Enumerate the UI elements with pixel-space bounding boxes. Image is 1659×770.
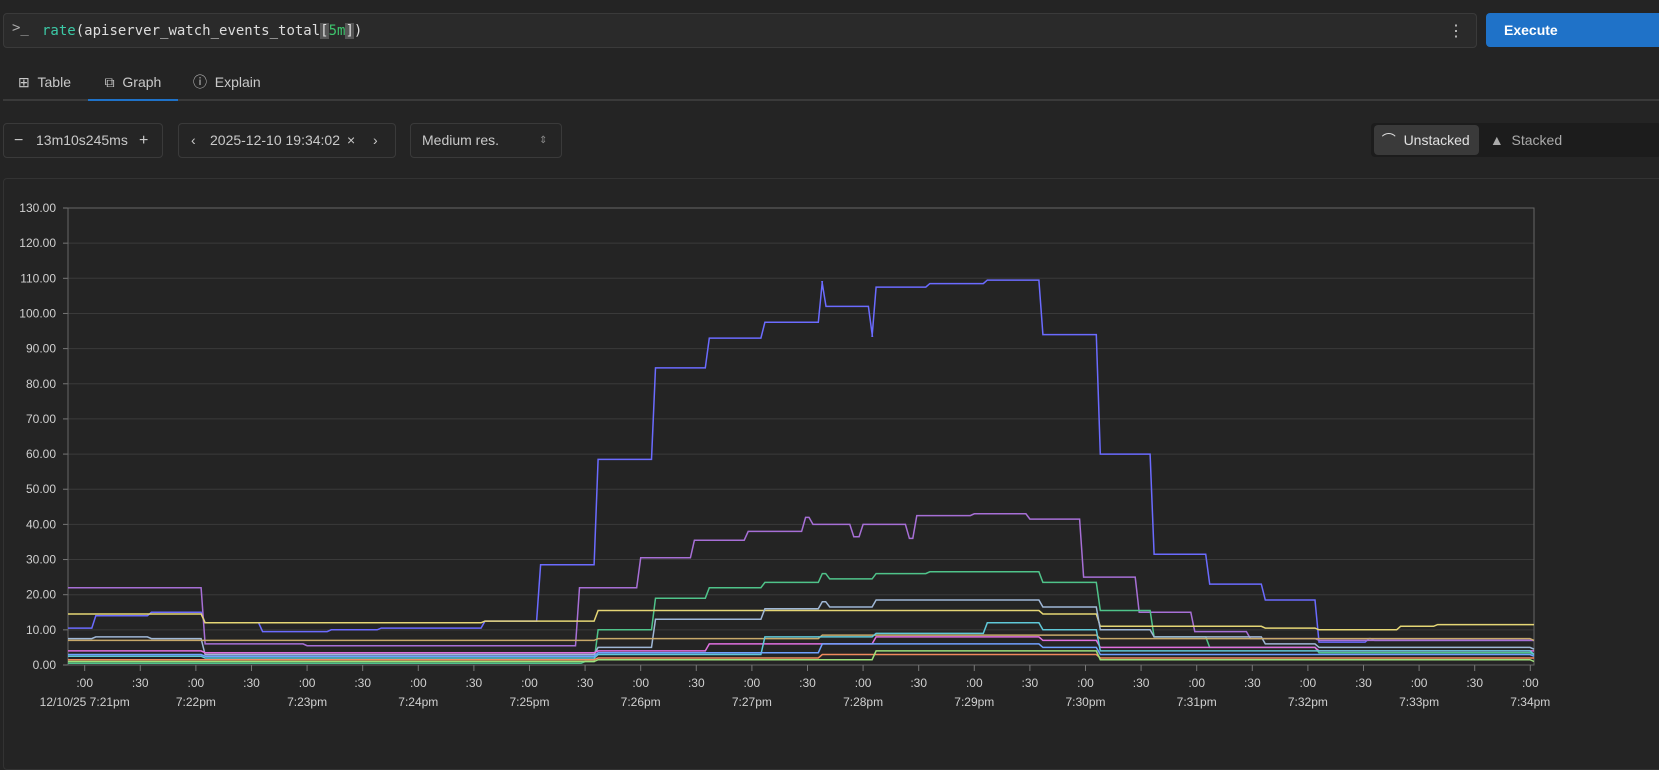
x-tick-label: :30 [1466, 676, 1483, 690]
y-tick-label: 50.00 [26, 482, 56, 496]
x-tick-date-label: 7:26pm [621, 695, 661, 709]
x-tick-date-label: 7:24pm [398, 695, 438, 709]
y-tick-label: 40.00 [26, 517, 56, 531]
x-tick-label: :30 [466, 676, 483, 690]
y-tick-label: 0.00 [33, 658, 57, 672]
y-tick-label: 30.00 [26, 553, 56, 567]
x-tick-date-label: 7:32pm [1288, 695, 1328, 709]
series-line-3 [68, 609, 1534, 631]
x-tick-label: :30 [688, 676, 705, 690]
y-tick-label: 90.00 [26, 342, 56, 356]
x-tick-label: :00 [966, 676, 983, 690]
x-tick-label: :30 [1355, 676, 1372, 690]
x-tick-label: :00 [855, 676, 872, 690]
x-tick-label: :00 [188, 676, 205, 690]
x-tick-date-label: 7:30pm [1065, 695, 1105, 709]
y-tick-label: 130.00 [19, 201, 56, 215]
series-line-5 [68, 634, 1535, 642]
x-tick-label: :00 [299, 676, 316, 690]
x-tick-date-label: 7:33pm [1399, 695, 1439, 709]
series-line-1 [68, 513, 1534, 647]
x-tick-label: :30 [1133, 676, 1150, 690]
x-tick-date-label: 7:34pm [1510, 695, 1550, 709]
x-tick-label: :30 [577, 676, 594, 690]
x-tick-label: :00 [632, 676, 649, 690]
x-tick-date-label: 7:27pm [732, 695, 772, 709]
x-tick-date-label: 7:22pm [176, 695, 216, 709]
series-line-8 [68, 653, 1534, 661]
plot-frame [67, 207, 1535, 666]
x-tick-label: :00 [76, 676, 93, 690]
y-tick-label: 120.00 [19, 236, 56, 250]
x-tick-date-label: 12/10/25 7:21pm [40, 695, 130, 709]
x-tick-date-label: 7:28pm [843, 695, 883, 709]
x-tick-label: :30 [243, 676, 260, 690]
x-tick-label: :00 [1522, 676, 1539, 690]
x-tick-date-label: 7:23pm [287, 695, 327, 709]
x-tick-label: :00 [410, 676, 427, 690]
x-tick-label: :00 [1077, 676, 1094, 690]
x-tick-label: :00 [1300, 676, 1317, 690]
y-tick-label: 100.00 [19, 306, 56, 320]
x-tick-label: :30 [132, 676, 149, 690]
chart[interactable]: 0.00 10.00 20.00 30.00 40.00 50.00 60.00 70.00 8… [0, 0, 1659, 764]
series-line-4 [68, 599, 1535, 656]
x-tick-date-label: 7:25pm [509, 695, 549, 709]
x-tick-label: :00 [1411, 676, 1428, 690]
series-line-2 [68, 571, 1535, 664]
x-tick-label: :30 [1022, 676, 1039, 690]
y-tick-label: 80.00 [26, 377, 56, 391]
y-tick-label: 10.00 [26, 623, 56, 637]
y-tick-label: 20.00 [26, 588, 56, 602]
y-tick-label: 60.00 [26, 447, 56, 461]
x-tick-label: :30 [354, 676, 371, 690]
x-tick-date-label: 7:31pm [1177, 695, 1217, 709]
x-tick-label: :00 [1188, 676, 1205, 690]
x-tick-label: :00 [521, 676, 538, 690]
x-tick-date-label: 7:29pm [954, 695, 994, 709]
series-line-0 [68, 279, 1534, 643]
x-tick-label: :00 [744, 676, 761, 690]
y-tick-label: 70.00 [26, 412, 56, 426]
x-tick-label: :30 [799, 676, 816, 690]
y-tick-label: 110.00 [20, 271, 56, 285]
x-tick-label: :30 [910, 676, 927, 690]
x-tick-label: :30 [1244, 676, 1261, 690]
